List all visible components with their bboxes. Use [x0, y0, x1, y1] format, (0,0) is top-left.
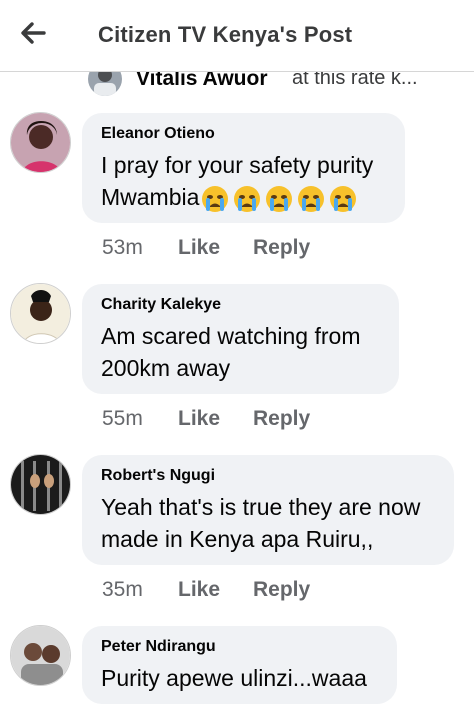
reply-button[interactable]: Reply — [253, 236, 310, 260]
crying-face-icon — [202, 185, 229, 212]
comment-bubble[interactable]: Peter Ndirangu Purity apewe ulinzi...waa… — [82, 626, 397, 704]
crying-face-icon — [266, 185, 293, 212]
avatar[interactable] — [10, 283, 71, 344]
crying-face-icon — [298, 185, 325, 212]
comment-actions: 55m Like Reply — [102, 407, 310, 431]
timestamp: 55m — [102, 407, 143, 430]
back-button[interactable] — [16, 18, 50, 48]
comment-actions: 35m Like Reply — [102, 578, 310, 602]
comment-author[interactable]: Charity Kalekye — [101, 296, 379, 314]
comment-author[interactable]: Peter Ndirangu — [101, 638, 377, 656]
reply-button[interactable]: Reply — [253, 578, 310, 602]
avatar[interactable] — [10, 625, 71, 686]
crying-face-icon — [330, 185, 357, 212]
page-title: Citizen TV Kenya's Post — [98, 22, 353, 47]
comment-bubble[interactable]: Robert's Ngugi Yeah that's is true they … — [82, 455, 454, 565]
comment-author[interactable]: Robert's Ngugi — [101, 467, 434, 485]
comment-text-line: made in Kenya apa Ruiru,, — [101, 526, 374, 552]
comment-bubble[interactable]: Charity Kalekye Am scared watching from … — [82, 284, 399, 394]
emoji-row — [201, 185, 357, 213]
comment-text: I pray for your safety purity Mwambia — [101, 149, 385, 213]
timestamp: 35m — [102, 578, 143, 601]
like-button[interactable]: Like — [178, 236, 253, 260]
comment-bubble[interactable]: Eleanor Otieno I pray for your safety pu… — [82, 113, 405, 223]
reply-button[interactable]: Reply — [253, 407, 310, 431]
avatar[interactable] — [10, 454, 71, 515]
like-button[interactable]: Like — [178, 407, 253, 431]
back-arrow-icon — [21, 22, 46, 44]
comment-text: Purity apewe ulinzi...waaa — [101, 665, 367, 691]
top-bar: Citizen TV Kenya's Post — [0, 0, 474, 72]
comment-actions: 53m Like Reply — [102, 236, 310, 260]
crying-face-icon — [234, 185, 261, 212]
like-button[interactable]: Like — [178, 578, 253, 602]
avatar[interactable] — [10, 112, 71, 173]
comment-text-line: Yeah that's is true they are now — [101, 494, 421, 520]
timestamp: 53m — [102, 236, 143, 259]
comment-text-line: Am scared watching from — [101, 323, 361, 349]
comment-author[interactable]: Eleanor Otieno — [101, 125, 385, 143]
comment-text-line: 200km away — [101, 355, 231, 381]
